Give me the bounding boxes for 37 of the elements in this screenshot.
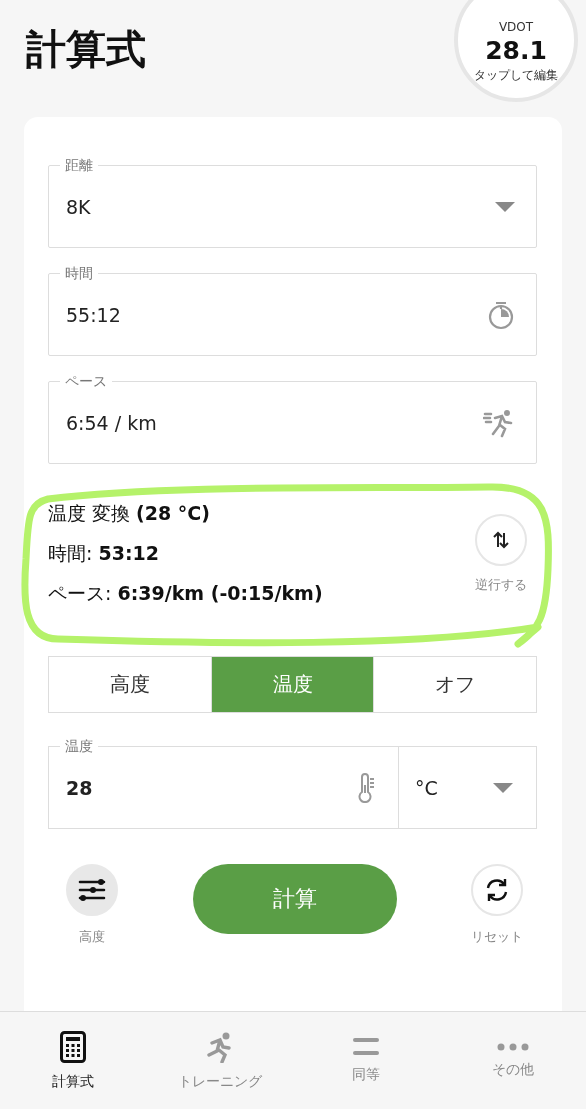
field-label: 時間 (60, 264, 98, 282)
nav-tab[interactable]: トレーニング (146, 1012, 293, 1109)
field-value: 8K (66, 195, 91, 218)
altitude-button[interactable] (66, 864, 118, 916)
reset-label: リセット (471, 928, 523, 946)
field-label: 温度 (60, 737, 98, 755)
field-value: 55:12 (66, 303, 121, 326)
result-line: 時間: 53:12 (48, 541, 160, 566)
dropdown-arrow-icon (493, 782, 513, 793)
nav-tab[interactable]: 同等 (293, 1012, 440, 1109)
page-title: 計算式 (26, 25, 146, 74)
dropdown-field[interactable]: 距離 8K (48, 156, 537, 248)
temperature-field[interactable]: 温度 28 °C (48, 737, 537, 829)
altitude-label: 高度 (79, 928, 105, 946)
swap-arrows-icon (493, 531, 509, 549)
thermometer-icon (356, 772, 376, 803)
sliders-icon (78, 878, 106, 902)
result-line: 温度 変換 (28 °C) (48, 501, 211, 526)
refresh-icon (484, 877, 510, 903)
result-line: ペース: 6:39/km (-0:15/km) (48, 581, 323, 606)
field-label: 距離 (60, 156, 98, 174)
reverse-button[interactable] (475, 514, 527, 566)
field-value: 28 (66, 776, 93, 799)
field-value: 6:54 / km (66, 411, 157, 434)
input-field[interactable]: 時間 55:12 (48, 264, 537, 356)
nav-tab[interactable]: 計算式 (0, 1012, 147, 1109)
reverse-label: 逆行する (475, 576, 527, 594)
dropdown-arrow-icon (495, 201, 515, 212)
calculator-icon (60, 1030, 87, 1063)
input-field[interactable]: ペース 6:54 / km (48, 372, 537, 464)
reset-button[interactable] (471, 864, 523, 916)
runner-icon (483, 407, 515, 438)
vdot-badge[interactable]: VDOT 28.1 タップして編集 (454, 0, 578, 102)
unit-dropdown[interactable]: °C (399, 746, 537, 829)
equals-icon (353, 1037, 380, 1056)
more-icon (496, 1042, 529, 1051)
stopwatch-icon (487, 299, 515, 330)
